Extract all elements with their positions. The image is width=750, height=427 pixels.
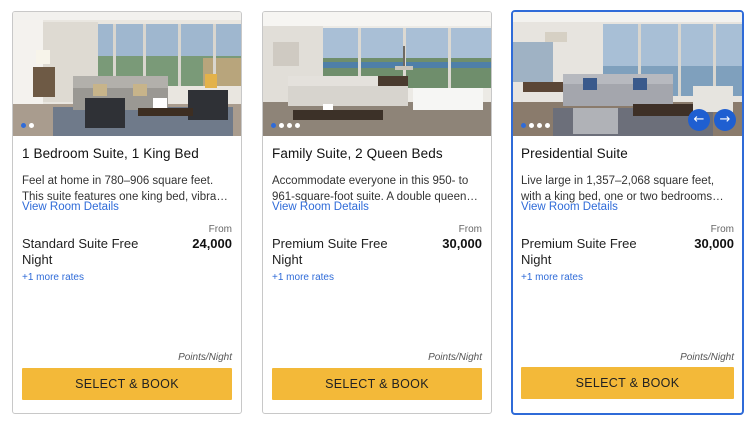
- points-per-night-label: Points/Night: [428, 352, 482, 363]
- points-price: 30,000: [442, 236, 482, 251]
- carousel-dot[interactable]: [279, 123, 284, 128]
- view-room-details-link[interactable]: View Room Details: [521, 201, 618, 213]
- room-card-1-bedroom-suite[interactable]: 1 Bedroom Suite, 1 King Bed Feel at home…: [12, 11, 242, 414]
- room-card-presidential-suite[interactable]: ← → Presidential Suite Live large in 1,3…: [511, 10, 744, 415]
- carousel-dot[interactable]: [537, 123, 542, 128]
- rate-name: Premium Suite Free Night: [272, 236, 388, 267]
- rate-name: Standard Suite Free Night: [22, 236, 139, 267]
- carousel-dot[interactable]: [29, 123, 34, 128]
- select-and-book-button[interactable]: SELECT & BOOK: [22, 368, 232, 400]
- room-photo[interactable]: [263, 12, 491, 136]
- select-and-book-button[interactable]: SELECT & BOOK: [521, 367, 734, 399]
- points-price: 30,000: [694, 236, 734, 251]
- carousel-dot[interactable]: [295, 123, 300, 128]
- room-card-family-suite[interactable]: Family Suite, 2 Queen Beds Accommodate e…: [262, 11, 492, 414]
- room-photo[interactable]: ← →: [513, 12, 742, 136]
- room-title: Family Suite, 2 Queen Beds: [272, 146, 443, 161]
- points-price: 24,000: [192, 236, 232, 251]
- more-rates-link[interactable]: +1 more rates: [272, 272, 334, 283]
- points-per-night-label: Points/Night: [178, 352, 232, 363]
- view-room-details-link[interactable]: View Room Details: [272, 201, 369, 213]
- from-label: From: [458, 224, 482, 235]
- arrow-left-icon[interactable]: ←: [688, 109, 710, 131]
- carousel-dots[interactable]: [271, 123, 300, 128]
- view-room-details-link[interactable]: View Room Details: [22, 201, 119, 213]
- carousel-dot[interactable]: [545, 123, 550, 128]
- room-photo[interactable]: [13, 12, 241, 136]
- more-rates-link[interactable]: +1 more rates: [22, 272, 84, 283]
- carousel-dots[interactable]: [21, 123, 34, 128]
- carousel-dot-active[interactable]: [21, 123, 26, 128]
- carousel-dot-active[interactable]: [521, 123, 526, 128]
- from-label: From: [710, 224, 734, 235]
- arrow-right-icon[interactable]: →: [714, 109, 736, 131]
- carousel-dot[interactable]: [287, 123, 292, 128]
- carousel-dots[interactable]: [521, 123, 550, 128]
- points-per-night-label: Points/Night: [680, 352, 734, 363]
- carousel-dot[interactable]: [529, 123, 534, 128]
- from-label: From: [208, 224, 232, 235]
- select-and-book-button[interactable]: SELECT & BOOK: [272, 368, 482, 400]
- more-rates-link[interactable]: +1 more rates: [521, 272, 583, 283]
- carousel-dot-active[interactable]: [271, 123, 276, 128]
- room-title: 1 Bedroom Suite, 1 King Bed: [22, 146, 199, 161]
- rate-name: Premium Suite Free Night: [521, 236, 637, 267]
- room-title: Presidential Suite: [521, 146, 628, 161]
